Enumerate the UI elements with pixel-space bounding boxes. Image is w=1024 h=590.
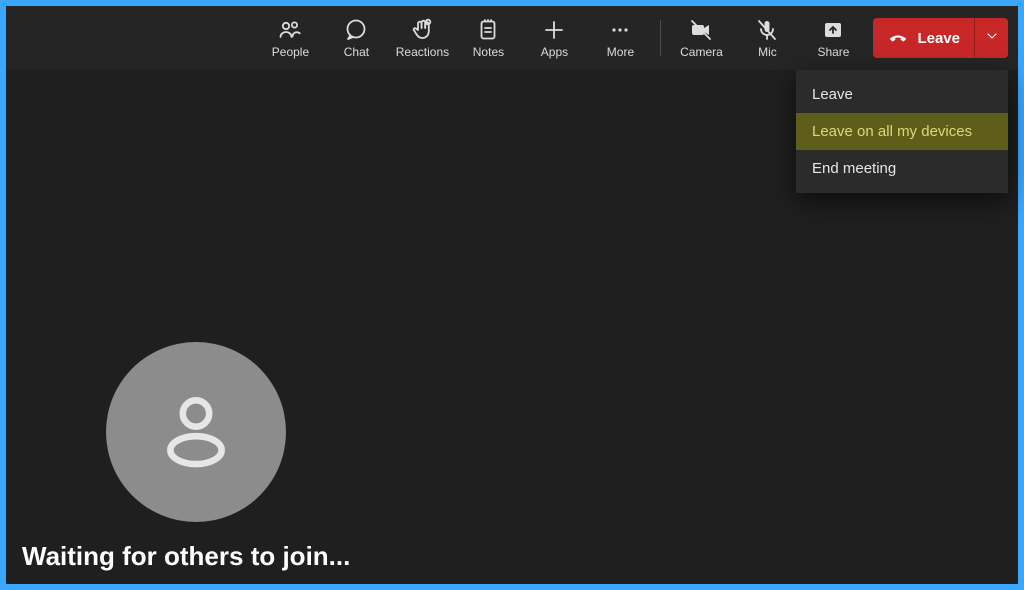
top-toolbar: People Chat Reactions Notes Apps: [6, 6, 1018, 70]
toolbar-divider: [660, 20, 661, 56]
leave-button-group: Leave: [873, 18, 1008, 58]
notes-icon: [476, 18, 500, 42]
reactions-icon: [410, 18, 434, 42]
people-icon: [278, 18, 302, 42]
camera-button[interactable]: Camera: [669, 10, 733, 66]
reactions-label: Reactions: [396, 45, 449, 59]
mic-off-icon: [755, 18, 779, 42]
participant-avatar-placeholder: [106, 342, 286, 522]
chat-button[interactable]: Chat: [324, 10, 388, 66]
camera-off-icon: [689, 18, 713, 42]
hangup-icon: [887, 27, 909, 49]
share-icon: [821, 18, 845, 42]
notes-label: Notes: [473, 45, 504, 59]
leave-button[interactable]: Leave: [873, 18, 974, 58]
notes-button[interactable]: Notes: [456, 10, 520, 66]
apps-button[interactable]: Apps: [522, 10, 586, 66]
share-button[interactable]: Share: [801, 10, 865, 66]
meeting-window: People Chat Reactions Notes Apps: [6, 6, 1018, 584]
chat-label: Chat: [344, 45, 369, 59]
menu-item-leave[interactable]: Leave: [796, 76, 1008, 113]
people-button[interactable]: People: [258, 10, 322, 66]
mic-label: Mic: [758, 45, 777, 59]
menu-item-end-meeting[interactable]: End meeting: [796, 150, 1008, 187]
chevron-down-icon: [984, 28, 1000, 49]
reactions-button[interactable]: Reactions: [390, 10, 454, 66]
leave-dropdown-toggle[interactable]: [974, 18, 1008, 58]
more-icon: [608, 18, 632, 42]
apps-label: Apps: [541, 45, 568, 59]
menu-item-leave-all-devices[interactable]: Leave on all my devices: [796, 113, 1008, 150]
plus-icon: [542, 18, 566, 42]
waiting-status-text: Waiting for others to join...: [22, 541, 350, 572]
share-label: Share: [817, 45, 849, 59]
camera-label: Camera: [680, 45, 723, 59]
chat-icon: [344, 18, 368, 42]
leave-button-label: Leave: [917, 30, 960, 47]
more-button[interactable]: More: [588, 10, 652, 66]
leave-dropdown-menu: Leave Leave on all my devices End meetin…: [796, 70, 1008, 193]
more-label: More: [607, 45, 634, 59]
people-label: People: [272, 45, 309, 59]
person-icon: [152, 386, 240, 479]
mic-button[interactable]: Mic: [735, 10, 799, 66]
